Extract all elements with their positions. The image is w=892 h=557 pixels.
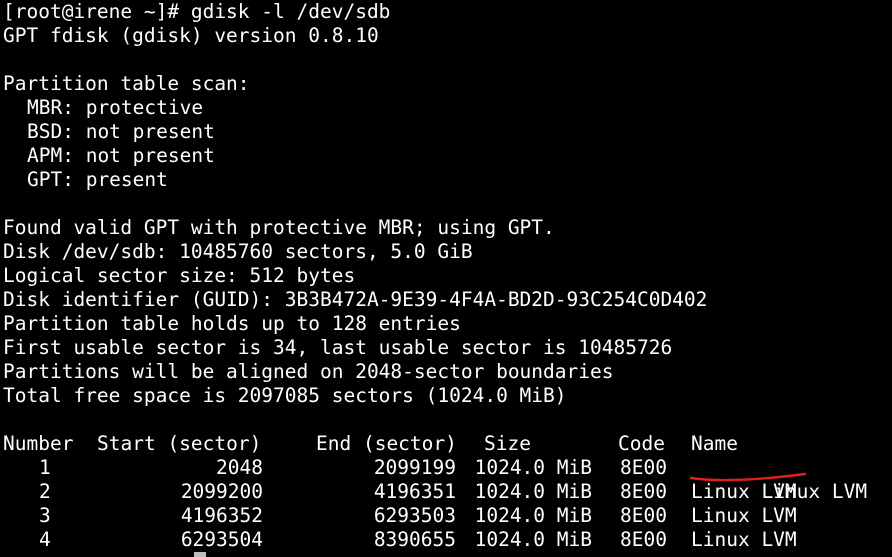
header-start: Start (sector) <box>97 432 262 455</box>
partition-number: 2 <box>39 480 51 503</box>
partition-size: 1024.0 MiB <box>474 480 592 503</box>
partition-name: Linux LVM <box>691 504 797 527</box>
header-name: Name <box>691 432 738 455</box>
partition-size: 1024.0 MiB <box>474 504 592 527</box>
partition-end: 8390655 <box>373 528 456 551</box>
info-line: Disk identifier (GUID): 3B3B472A-9E39-4F… <box>3 288 708 311</box>
partition-code: 8E00 <box>620 456 667 479</box>
info-line: First usable sector is 34, last usable s… <box>3 336 673 359</box>
info-line: Logical sector size: 512 bytes <box>3 264 356 287</box>
scan-apm: APM: not present <box>27 144 215 167</box>
info-line: Disk /dev/sdb: 10485760 sectors, 5.0 GiB <box>3 240 473 263</box>
partition-end: 2099199 <box>373 456 456 479</box>
scan-mbr: MBR: protective <box>27 96 204 119</box>
header-end: End (sector) <box>316 432 457 455</box>
partition-start: 6293504 <box>180 528 263 551</box>
partition-end: 6293503 <box>373 504 456 527</box>
partition-number: 1 <box>39 456 51 479</box>
info-line: Partitions will be aligned on 2048-secto… <box>3 360 614 383</box>
partition-size: 1024.0 MiB <box>474 528 592 551</box>
partition-number: 4 <box>39 528 51 551</box>
command-prompt-line: [root@irene ~]# gdisk -l /dev/sdb <box>3 0 391 23</box>
partition-start: 4196352 <box>180 504 263 527</box>
partition-name: Linux LVM <box>667 456 867 503</box>
header-size: Size <box>484 432 531 455</box>
partition-name: Linux LVM <box>691 528 797 551</box>
scan-bsd: BSD: not present <box>27 120 215 143</box>
partition-size: 1024.0 MiB <box>474 456 592 479</box>
scan-gpt: GPT: present <box>27 168 168 191</box>
partition-end: 4196351 <box>373 480 456 503</box>
partition-start: 2048 <box>216 456 263 479</box>
table-row: 3 4196352 6293503 1024.0 MiB 8E00 Linux … <box>3 504 892 528</box>
header-code: Code <box>618 432 665 455</box>
partition-number: 3 <box>39 504 51 527</box>
info-line: Partition table holds up to 128 entries <box>3 312 461 335</box>
table-row: 4 6293504 8390655 1024.0 MiB 8E00 Linux … <box>3 528 892 552</box>
version-line: GPT fdisk (gdisk) version 0.8.10 <box>3 24 379 47</box>
header-number: Number <box>3 432 74 455</box>
info-line: Total free space is 2097085 sectors (102… <box>3 384 567 407</box>
terminal-window[interactable]: [root@irene ~]# gdisk -l /dev/sdb GPT fd… <box>0 0 892 557</box>
partition-code: 8E00 <box>620 504 667 527</box>
info-line: Found valid GPT with protective MBR; usi… <box>3 216 555 239</box>
partition-code: 8E00 <box>620 480 667 503</box>
table-row: 1 2048 2099199 1024.0 MiB 8E00 Linux LVM <box>3 456 892 503</box>
table-row: 2 2099200 4196351 1024.0 MiB 8E00 Linux … <box>3 480 892 504</box>
partition-start: 2099200 <box>180 480 263 503</box>
partition-name: Linux LVM <box>691 480 797 503</box>
partition-code: 8E00 <box>620 528 667 551</box>
terminal-cursor <box>194 552 206 557</box>
scan-title: Partition table scan: <box>3 72 250 95</box>
partition-table-header: Number Start (sector) End (sector) Size … <box>3 432 892 456</box>
